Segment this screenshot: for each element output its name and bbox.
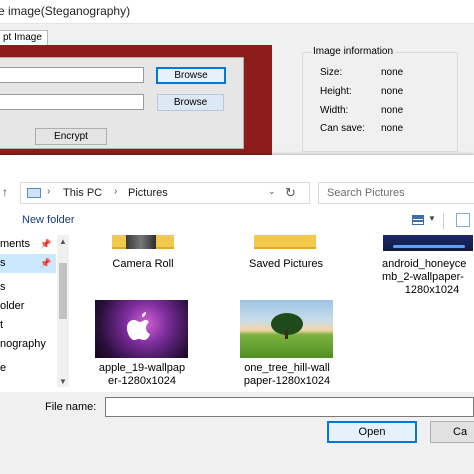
nav-item[interactable]: t xyxy=(0,316,56,335)
cancel-button[interactable]: Ca xyxy=(430,421,474,443)
tab-encrypt-image[interactable]: pt Image xyxy=(0,30,48,46)
file-name-input[interactable] xyxy=(105,397,474,417)
info-label-size: Size: xyxy=(320,67,343,78)
file-name-camera-roll[interactable]: Camera Roll xyxy=(102,259,184,270)
view-options-icon[interactable] xyxy=(412,215,424,225)
info-value-width: none xyxy=(381,105,404,116)
app-title: e image(Steganography) xyxy=(0,4,131,18)
search-input[interactable]: Search Pictures xyxy=(318,182,474,204)
browse-message-button[interactable]: Browse xyxy=(157,94,224,111)
browse-image-button[interactable]: Browse xyxy=(156,67,226,84)
nav-item[interactable]: s xyxy=(0,278,56,297)
app-titlebar: e image(Steganography) xyxy=(0,0,474,24)
nav-item-label: e xyxy=(0,362,7,374)
apple-logo-icon xyxy=(127,312,150,340)
file-name-line[interactable]: one_tree_hill-wall xyxy=(232,363,342,374)
thumbnail-highlight xyxy=(393,245,465,248)
nav-item-pictures[interactable]: s 📌 xyxy=(0,254,56,273)
file-name-line[interactable]: paper-1280x1024 xyxy=(232,376,342,387)
nav-item-steganography[interactable]: nography xyxy=(0,335,56,354)
nav-item-documents[interactable]: ments 📌 xyxy=(0,235,56,254)
chevron-down-icon[interactable]: ⌄ xyxy=(268,186,276,197)
pin-icon: 📌 xyxy=(40,239,52,249)
nav-item-label: ments xyxy=(0,238,30,250)
breadcrumb-pictures[interactable]: Pictures xyxy=(128,187,168,199)
nav-item-label: older xyxy=(0,300,25,312)
chevron-down-icon[interactable]: ▼ xyxy=(428,214,436,223)
folder-icon[interactable] xyxy=(254,235,316,249)
this-pc-icon xyxy=(27,188,41,198)
file-name-line[interactable]: er-1280x1024 xyxy=(92,376,192,387)
encrypt-button[interactable]: Encrypt xyxy=(35,128,107,145)
nav-item-label: nography xyxy=(0,338,46,350)
address-bar[interactable]: › This PC › Pictures ⌄ ↻ xyxy=(20,182,310,204)
open-button[interactable]: Open xyxy=(327,421,417,443)
nav-item-label: t xyxy=(0,319,4,331)
nav-item-label: s xyxy=(0,281,6,293)
nav-item[interactable]: e xyxy=(0,359,56,378)
file-name-label: File name: xyxy=(45,401,97,413)
info-value-can-save: none xyxy=(381,123,404,134)
steganography-app-window: e image(Steganography) pt Image Browse B… xyxy=(0,0,474,160)
command-bar: New folder ▼ xyxy=(0,209,474,233)
scroll-up-icon[interactable]: ▲ xyxy=(59,237,67,246)
refresh-icon[interactable]: ↻ xyxy=(285,185,296,201)
file-name-line[interactable]: mb_2-wallpaper- xyxy=(382,272,474,283)
new-folder-button[interactable]: New folder xyxy=(22,214,75,226)
image-thumbnail[interactable] xyxy=(240,300,333,358)
file-name-line[interactable]: 1280x1024 xyxy=(402,285,462,296)
folder-preview xyxy=(126,235,156,249)
chevron-right-icon[interactable]: › xyxy=(114,186,117,197)
image-thumbnail[interactable] xyxy=(95,300,188,358)
toolbar-divider xyxy=(443,213,444,229)
pin-icon: 📌 xyxy=(40,258,52,268)
info-label-can-save: Can save: xyxy=(320,123,366,134)
file-name-line[interactable]: android_honeyce xyxy=(382,259,474,270)
file-name-saved-pictures[interactable]: Saved Pictures xyxy=(240,259,332,270)
info-label-height: Height: xyxy=(320,86,352,97)
info-label-width: Width: xyxy=(320,105,349,116)
message-path-input[interactable] xyxy=(0,94,144,110)
folder-icon[interactable] xyxy=(112,235,174,249)
image-path-input[interactable] xyxy=(0,67,144,83)
nav-scrollbar-thumb[interactable] xyxy=(59,263,67,319)
file-name-line[interactable]: apple_19-wallpap xyxy=(92,363,192,374)
help-icon[interactable] xyxy=(456,213,470,227)
scroll-down-icon[interactable]: ▼ xyxy=(59,377,67,386)
file-list: Camera Roll Saved Pictures android_honey… xyxy=(72,235,474,395)
breadcrumb-this-pc[interactable]: This PC xyxy=(63,187,102,199)
nav-item-label: s xyxy=(0,257,6,269)
tree-icon xyxy=(271,313,303,339)
nav-item[interactable]: older xyxy=(0,297,56,316)
address-row: ↑ › This PC › Pictures ⌄ ↻ Search Pictur… xyxy=(0,155,474,204)
open-file-dialog: ↑ › This PC › Pictures ⌄ ↻ Search Pictur… xyxy=(0,155,474,474)
navigation-pane: ments 📌 s 📌 s older t nography e ▲ ▼ xyxy=(0,235,70,391)
info-value-size: none xyxy=(381,67,404,78)
up-arrow-icon[interactable]: ↑ xyxy=(2,185,8,199)
chevron-right-icon[interactable]: › xyxy=(47,186,50,197)
info-value-height: none xyxy=(381,86,404,97)
image-thumbnail[interactable] xyxy=(383,235,473,251)
dialog-footer: File name: Open Ca xyxy=(0,392,474,474)
image-information-legend: Image information xyxy=(312,46,395,57)
